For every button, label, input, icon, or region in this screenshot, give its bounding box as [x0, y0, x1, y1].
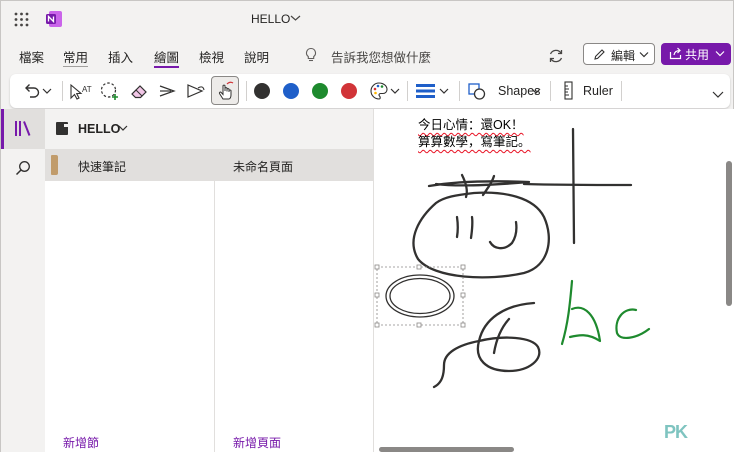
- search-icon: [15, 161, 30, 176]
- notebook-name: HELLO: [78, 122, 121, 136]
- hand-touch-icon: [218, 81, 234, 100]
- pencil-icon: [594, 49, 605, 60]
- pen-green[interactable]: [312, 83, 328, 99]
- horizontal-scrollbar[interactable]: [379, 447, 514, 452]
- sync-icon[interactable]: [546, 46, 566, 66]
- section-item[interactable]: 快速筆記: [45, 149, 214, 181]
- chevron-down-icon[interactable]: [530, 79, 542, 103]
- ink-stroke: [560, 279, 574, 346]
- tab-home[interactable]: 常用: [63, 47, 89, 67]
- tab-view[interactable]: 檢視: [199, 47, 224, 66]
- line-weight-icon[interactable]: [415, 79, 437, 103]
- search-nav-button[interactable]: [1, 149, 45, 189]
- ink-stroke: [469, 215, 474, 240]
- eraser-icon[interactable]: [128, 79, 152, 103]
- pen-black[interactable]: [254, 83, 270, 99]
- undo-icon[interactable]: [21, 79, 41, 103]
- chevron-down-icon[interactable]: [290, 14, 301, 22]
- tab-file[interactable]: 檔案: [19, 47, 44, 66]
- library-icon: [15, 121, 31, 136]
- ruler-label[interactable]: Ruler: [583, 84, 613, 98]
- shape-recognition-icon[interactable]: [184, 79, 208, 103]
- ink-stroke: [488, 220, 518, 250]
- add-section-button[interactable]: 新增節: [63, 434, 99, 451]
- share-icon: [669, 47, 682, 60]
- page-list: 未命名頁面 新增頁面: [215, 149, 373, 452]
- palette-icon[interactable]: [368, 79, 390, 103]
- ink-stroke: [568, 306, 602, 343]
- chevron-down-icon: [118, 125, 128, 131]
- toolbar-divider: [246, 81, 247, 101]
- chevron-down-icon: [715, 51, 725, 57]
- chevron-down-icon[interactable]: [438, 79, 450, 103]
- navigation-rail: [1, 109, 45, 452]
- chevron-down-icon: [639, 52, 649, 58]
- ink-ellipse: [389, 277, 451, 315]
- toolbar-divider: [621, 81, 622, 101]
- notebook-header[interactable]: HELLO: [45, 109, 373, 147]
- tab-draw[interactable]: 繪圖: [154, 47, 180, 68]
- ink-stroke: [455, 215, 459, 239]
- shapes-icon[interactable]: [466, 79, 488, 103]
- toolbar-divider: [459, 81, 460, 101]
- edit-mode-button[interactable]: 編輯: [583, 43, 655, 65]
- toolbar-divider: [550, 81, 551, 101]
- ink-to-text-icon[interactable]: AT: [68, 79, 92, 103]
- window-title[interactable]: HELLO: [251, 12, 290, 26]
- add-page-button[interactable]: 新增頁面: [233, 434, 281, 451]
- tab-help[interactable]: 說明: [244, 47, 269, 66]
- tab-insert[interactable]: 插入: [108, 47, 133, 66]
- page-label: 未命名頁面: [233, 160, 294, 174]
- notebook-panel: HELLO 快速筆記 新增節 未命名頁面 新增頁面: [45, 109, 373, 452]
- section-label: 快速筆記: [78, 160, 127, 174]
- ink-stroke: [432, 301, 541, 389]
- svg-text:AT: AT: [82, 85, 92, 94]
- vertical-scrollbar[interactable]: [726, 161, 732, 306]
- ink-stroke: [571, 127, 576, 245]
- page-canvas[interactable]: 今日心情：還OK！ 算算數學，寫筆記。 PK: [373, 109, 734, 452]
- ink-stroke: [412, 191, 550, 279]
- chevron-down-icon[interactable]: [389, 79, 401, 103]
- toolbar-divider: [407, 81, 408, 101]
- lightbulb-icon: [305, 47, 317, 62]
- notebooks-nav-button[interactable]: [1, 109, 45, 149]
- ink-stroke: [615, 308, 651, 339]
- share-label: 共用: [685, 48, 710, 62]
- ink-stroke: [427, 180, 531, 188]
- touch-draw-button[interactable]: [211, 76, 239, 105]
- ink-stroke: [492, 317, 511, 355]
- ink-replay-icon[interactable]: [156, 79, 180, 103]
- pen-red[interactable]: [341, 83, 357, 99]
- ink-stroke: [522, 182, 633, 187]
- ink-drawing[interactable]: [374, 109, 734, 452]
- edit-label: 編輯: [611, 49, 636, 63]
- notebook-icon: [56, 122, 68, 135]
- toolbar-divider: [62, 81, 63, 101]
- ruler-icon[interactable]: [562, 79, 576, 103]
- ink-ellipse: [385, 274, 455, 318]
- tell-me-search[interactable]: 告訴我您想做什麼: [331, 47, 431, 66]
- pen-blue[interactable]: [283, 83, 299, 99]
- watermark-logo: PK: [664, 422, 688, 442]
- draw-toolbar: AT Shapes Ruler: [10, 74, 730, 108]
- share-button[interactable]: 共用: [661, 43, 731, 65]
- expand-ribbon-chevron-icon[interactable]: [711, 79, 725, 103]
- onenote-window: HELLO 檔案 常用 插入 繪圖 檢視 說明 告訴我您想做什麼 編輯 共用 A…: [0, 0, 734, 452]
- lasso-select-icon[interactable]: [98, 79, 122, 103]
- section-color-tab: [51, 155, 58, 175]
- app-launcher-icon[interactable]: [14, 12, 29, 27]
- chevron-down-icon[interactable]: [41, 79, 53, 103]
- onenote-logo-icon: [46, 11, 62, 27]
- title-bar: HELLO: [1, 1, 733, 39]
- page-item[interactable]: 未命名頁面: [215, 149, 373, 181]
- section-list: 快速筆記 新增節: [45, 149, 215, 452]
